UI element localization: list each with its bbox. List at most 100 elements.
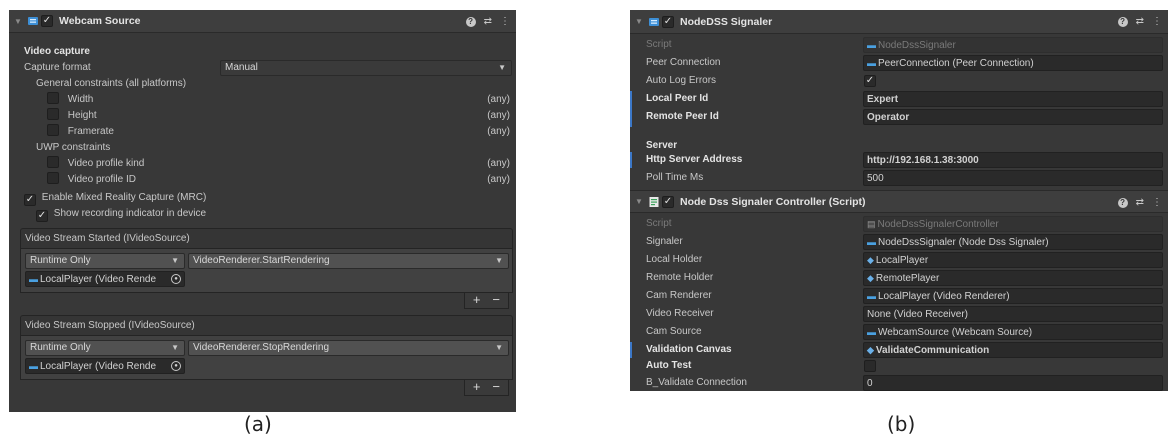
script-icon [25,15,41,27]
enable-mrc-row: ✓ Enable Mixed Reality Capture (MRC) [24,190,206,206]
auto-test-checkbox[interactable] [864,360,876,372]
csharp-file-icon: ▤ [867,219,876,229]
capture-format-dropdown[interactable]: Manual ▼ [220,60,512,76]
poll-time-input[interactable]: 500 [863,170,1163,186]
script-icon: ▬ [867,237,876,247]
controller-component-header[interactable]: ▼ ✓ Node Dss Signaler Controller (Script… [630,190,1168,213]
video-receiver-label: Video Receiver [646,308,714,319]
local-holder-field[interactable]: ◆ LocalPlayer [863,252,1163,268]
cam-source-field[interactable]: ▬ WebcamSource (Webcam Source) [863,324,1163,340]
remove-button[interactable]: − [492,380,500,395]
width-row: Width (any) [47,92,516,108]
component-enabled-checkbox[interactable]: ✓ [41,15,53,27]
poll-time-label: Poll Time Ms [646,172,704,183]
override-indicator [630,342,632,358]
script-icon: ▬ [867,40,876,50]
peer-connection-label: Peer Connection [646,57,721,68]
remote-holder-field[interactable]: ◆ RemotePlayer [863,270,1163,286]
caption-b: (b) [887,412,916,436]
chevron-down-icon: ▼ [495,343,503,352]
presets-icon[interactable]: ⇄ [1136,197,1144,208]
cam-renderer-label: Cam Renderer [646,290,712,301]
foldout-arrow-icon[interactable]: ▼ [632,17,646,26]
object-picker-icon[interactable]: ● [171,274,181,284]
script-value: NodeDssSignaler [878,40,956,51]
node-dss-inspector: ▼ ✓ NodeDSS Signaler ? ⇄ ⋮ Script ▬ NodeD… [630,10,1168,391]
script-icon: ▬ [29,274,38,284]
capture-format-value: Manual [225,62,258,73]
foldout-arrow-icon[interactable]: ▼ [632,197,646,206]
kebab-menu-icon[interactable]: ⋮ [1152,197,1162,208]
video-receiver-field[interactable]: None (Video Receiver) [863,306,1163,322]
override-indicator [630,91,632,127]
script-icon: ▬ [867,291,876,301]
add-button[interactable]: + [473,293,481,308]
script-label: Script [646,39,672,50]
b-validate-connection-input[interactable]: 0 [863,375,1163,391]
target-object-field[interactable]: ▬ LocalPlayer (Video Rende ● [25,271,185,287]
local-holder-value: LocalPlayer [875,255,929,266]
height-label: Height [67,110,97,121]
component-enabled-checkbox[interactable]: ✓ [662,15,674,28]
video-profile-id-checkbox[interactable] [47,172,59,184]
runtime-dropdown[interactable]: Runtime Only ▼ [25,253,185,269]
auto-log-errors-checkbox[interactable]: ✓ [864,75,876,87]
component-title: Webcam Source [59,15,141,27]
enable-mrc-checkbox[interactable]: ✓ [24,194,36,206]
remote-peer-id-input[interactable]: Operator [863,109,1163,125]
local-peer-id-label: Local Peer Id [646,93,709,104]
remove-button[interactable]: − [492,293,500,308]
help-icon[interactable]: ? [465,16,476,27]
peer-connection-field[interactable]: ▬ PeerConnection (Peer Connection) [863,55,1163,71]
validation-canvas-field[interactable]: ◆ ValidateCommunication [863,342,1163,358]
list-add-remove: + − [463,293,509,309]
foldout-arrow-icon[interactable]: ▼ [11,17,25,26]
width-label: Width [67,94,94,105]
width-checkbox[interactable] [47,92,59,104]
controller-script-label: Script [646,218,672,229]
runtime-dropdown[interactable]: Runtime Only ▼ [25,340,185,356]
signaler-component-header[interactable]: ▼ ✓ NodeDSS Signaler ? ⇄ ⋮ [630,10,1168,34]
component-enabled-checkbox[interactable]: ✓ [662,195,674,208]
target-object-field[interactable]: ▬ LocalPlayer (Video Rende ● [25,358,185,374]
event-header: Video Stream Started (IVideoSource) [20,228,513,249]
signaler-field[interactable]: ▬ NodeDssSignaler (Node Dss Signaler) [863,234,1163,250]
function-dropdown[interactable]: VideoRenderer.StartRendering ▼ [188,253,509,269]
target-object-value: LocalPlayer (Video Rende [40,274,157,285]
help-icon[interactable]: ? [1117,16,1128,27]
validation-canvas-value: ValidateCommunication [875,345,990,356]
add-button[interactable]: + [473,380,481,395]
object-picker-icon[interactable]: ● [171,361,181,371]
remote-holder-label: Remote Holder [646,272,714,283]
show-recording-checkbox[interactable]: ✓ [36,210,48,222]
peer-connection-value: PeerConnection (Peer Connection) [878,58,1034,69]
capture-format-label: Capture format [24,62,91,73]
remote-holder-value: RemotePlayer [875,273,940,284]
framerate-any: (any) [487,126,510,137]
component-title: NodeDSS Signaler [680,15,773,28]
auto-test-label: Auto Test [646,360,692,371]
video-profile-kind-checkbox[interactable] [47,156,59,168]
height-checkbox[interactable] [47,108,59,120]
validation-canvas-label: Validation Canvas [646,344,732,355]
framerate-row: Framerate (any) [47,124,516,140]
cam-renderer-field[interactable]: ▬ LocalPlayer (Video Renderer) [863,288,1163,304]
target-object-value: LocalPlayer (Video Rende [40,361,157,372]
webcam-source-inspector: ▼ ✓ Webcam Source ? ⇄ ⋮ Video capture Ca… [9,10,516,412]
list-add-remove: + − [463,380,509,396]
script-icon: ▬ [29,361,38,371]
component-header[interactable]: ▼ ✓ Webcam Source ? ⇄ ⋮ [9,10,516,33]
kebab-menu-icon[interactable]: ⋮ [1152,16,1162,27]
function-dropdown[interactable]: VideoRenderer.StopRendering ▼ [188,340,509,356]
chevron-down-icon: ▼ [495,256,503,265]
local-peer-id-input[interactable]: Expert [863,91,1163,107]
presets-icon[interactable]: ⇄ [1136,16,1144,27]
help-icon[interactable]: ? [1117,197,1128,208]
presets-icon[interactable]: ⇄ [484,16,492,27]
enable-mrc-label: Enable Mixed Reality Capture (MRC) [41,192,207,203]
video-profile-id-label: Video profile ID [67,174,136,185]
video-stream-started-event: Video Stream Started (IVideoSource) Runt… [20,228,513,310]
http-server-address-input[interactable]: http://192.168.1.38:3000 [863,152,1163,168]
kebab-menu-icon[interactable]: ⋮ [500,16,510,27]
framerate-checkbox[interactable] [47,124,59,136]
